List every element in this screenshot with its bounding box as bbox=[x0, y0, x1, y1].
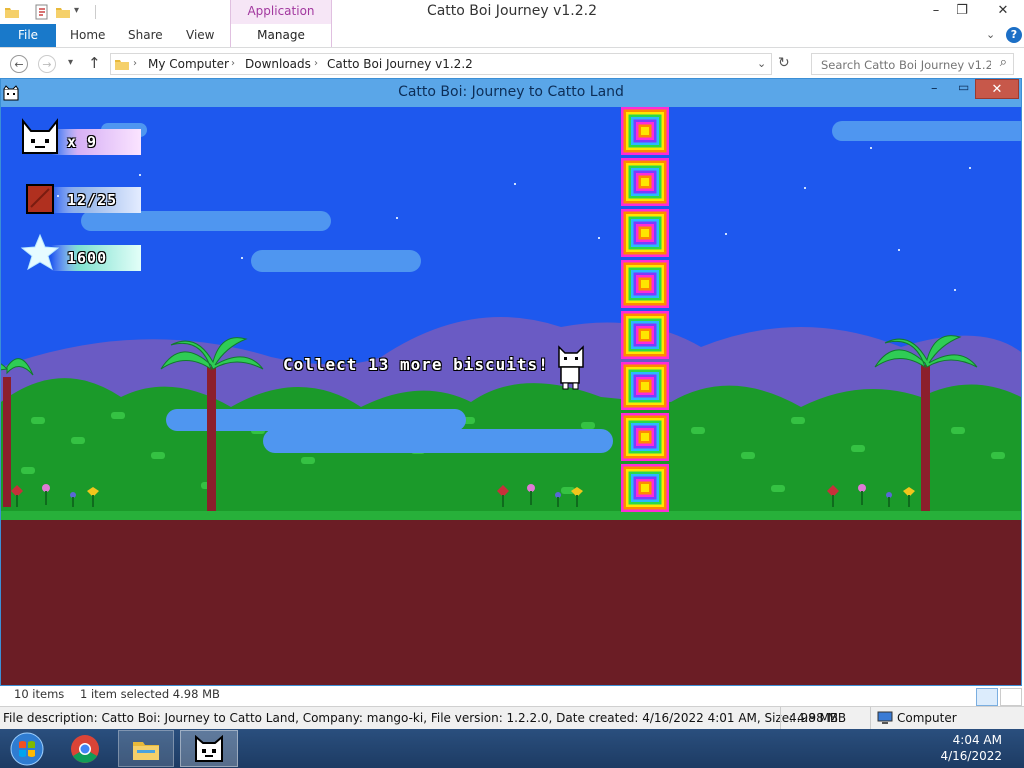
refresh-icon[interactable]: ↻ bbox=[778, 55, 790, 71]
lives-counter: x 9 bbox=[67, 133, 98, 151]
windows-start-icon[interactable] bbox=[0, 730, 54, 767]
forward-icon[interactable]: → bbox=[38, 55, 56, 73]
explorer-title-bar: ▾ Application Tools Catto Boi Journey v1… bbox=[0, 0, 1024, 40]
rainbow-block bbox=[621, 260, 669, 308]
rainbow-block bbox=[621, 158, 669, 206]
game-close-button[interactable]: ✕ bbox=[975, 79, 1019, 99]
game-title-bar: Catto Boi: Journey to Catto Land – ▭ ✕ bbox=[1, 79, 1021, 107]
computer-icon bbox=[877, 711, 893, 724]
address-bar[interactable]: › My Computer › Downloads › Catto Boi Jo… bbox=[110, 53, 772, 75]
game-window-title: Catto Boi: Journey to Catto Land bbox=[398, 84, 624, 100]
clock-date: 4/16/2022 bbox=[940, 749, 1002, 763]
score-counter: 1600 bbox=[67, 249, 108, 267]
system-clock[interactable]: 4:04 AM 4/16/2022 bbox=[940, 732, 1002, 764]
minimize-button[interactable]: – bbox=[922, 0, 950, 22]
item-count: 10 items bbox=[14, 687, 65, 701]
rainbow-block bbox=[621, 107, 669, 155]
search-icon: ⌕ bbox=[999, 55, 1007, 70]
location-label: Computer bbox=[897, 711, 957, 725]
game-maximize-button[interactable]: ▭ bbox=[958, 80, 969, 94]
tab-home[interactable]: Home bbox=[70, 24, 105, 47]
window-title: Catto Boi Journey v1.2.2 bbox=[426, 3, 598, 19]
breadcrumb-downloads[interactable]: Downloads bbox=[245, 57, 311, 71]
recent-locations-icon[interactable]: ▾ bbox=[68, 57, 73, 68]
address-row: ← → ▾ ↑ › My Computer › Downloads › Catt… bbox=[0, 48, 1024, 80]
game-window: Catto Boi: Journey to Catto Land – ▭ ✕ x… bbox=[0, 78, 1022, 686]
objective-message: Collect 13 more biscuits! bbox=[283, 355, 549, 374]
rainbow-block bbox=[621, 413, 669, 461]
close-button[interactable]: ✕ bbox=[986, 0, 1020, 22]
grass-strip bbox=[1, 511, 1021, 521]
game-canvas[interactable]: x 9 12/25 1600 Collect 13 more biscuits! bbox=[1, 107, 1021, 685]
game-scene bbox=[1, 107, 1021, 685]
restore-button[interactable]: ❐ bbox=[948, 0, 976, 22]
rainbow-block bbox=[621, 362, 669, 410]
taskbar: 4:04 AM 4/16/2022 bbox=[0, 729, 1024, 768]
chrome-icon[interactable] bbox=[58, 730, 112, 767]
ribbon-tabs: File Home Share View Manage ⌄ ? bbox=[0, 24, 1024, 48]
chevron-right-icon: › bbox=[314, 58, 318, 69]
file-description: File description: Catto Boi: Journey to … bbox=[3, 711, 847, 725]
ground bbox=[1, 520, 1021, 685]
clock-time: 4:04 AM bbox=[952, 733, 1002, 747]
chevron-right-icon: › bbox=[133, 58, 137, 69]
rainbow-block bbox=[621, 311, 669, 359]
back-icon[interactable]: ← bbox=[10, 55, 28, 73]
breadcrumb-my-computer[interactable]: My Computer bbox=[148, 57, 229, 71]
rainbow-block bbox=[621, 209, 669, 257]
large-icons-view-icon[interactable] bbox=[1000, 688, 1022, 706]
divider bbox=[780, 707, 781, 730]
search-input[interactable] bbox=[819, 57, 993, 73]
tab-manage[interactable]: Manage bbox=[230, 24, 332, 47]
file-size: 4.98 MB bbox=[789, 711, 839, 725]
up-icon[interactable]: ↑ bbox=[88, 54, 101, 72]
search-box[interactable]: ⌕ bbox=[811, 53, 1014, 75]
help-icon[interactable]: ? bbox=[1006, 27, 1022, 43]
file-explorer-icon bbox=[133, 742, 159, 760]
divider bbox=[870, 707, 871, 730]
folder-icon bbox=[115, 60, 129, 70]
tab-view[interactable]: View bbox=[186, 24, 214, 47]
details-bar: File description: Catto Boi: Journey to … bbox=[0, 706, 1024, 730]
biscuit-counter: 12/25 bbox=[67, 191, 118, 209]
cat-icon bbox=[195, 735, 223, 762]
selection-info: 1 item selected 4.98 MB bbox=[80, 687, 220, 701]
tab-file[interactable]: File bbox=[0, 24, 56, 47]
address-dropdown-icon[interactable]: ⌄ bbox=[757, 57, 766, 70]
chevron-right-icon: › bbox=[231, 58, 235, 69]
rainbow-block bbox=[621, 464, 669, 512]
taskbar-game-button[interactable] bbox=[180, 730, 238, 767]
expand-ribbon-icon[interactable]: ⌄ bbox=[986, 28, 995, 41]
tab-share[interactable]: Share bbox=[128, 24, 163, 47]
details-view-icon[interactable] bbox=[976, 688, 998, 706]
game-minimize-button[interactable]: – bbox=[931, 81, 938, 96]
breadcrumb-current-folder[interactable]: Catto Boi Journey v1.2.2 bbox=[327, 57, 473, 71]
status-bar: 10 items 1 item selected 4.98 MB bbox=[0, 686, 1024, 706]
player-cat bbox=[558, 345, 584, 390]
taskbar-explorer-button[interactable] bbox=[118, 730, 174, 767]
